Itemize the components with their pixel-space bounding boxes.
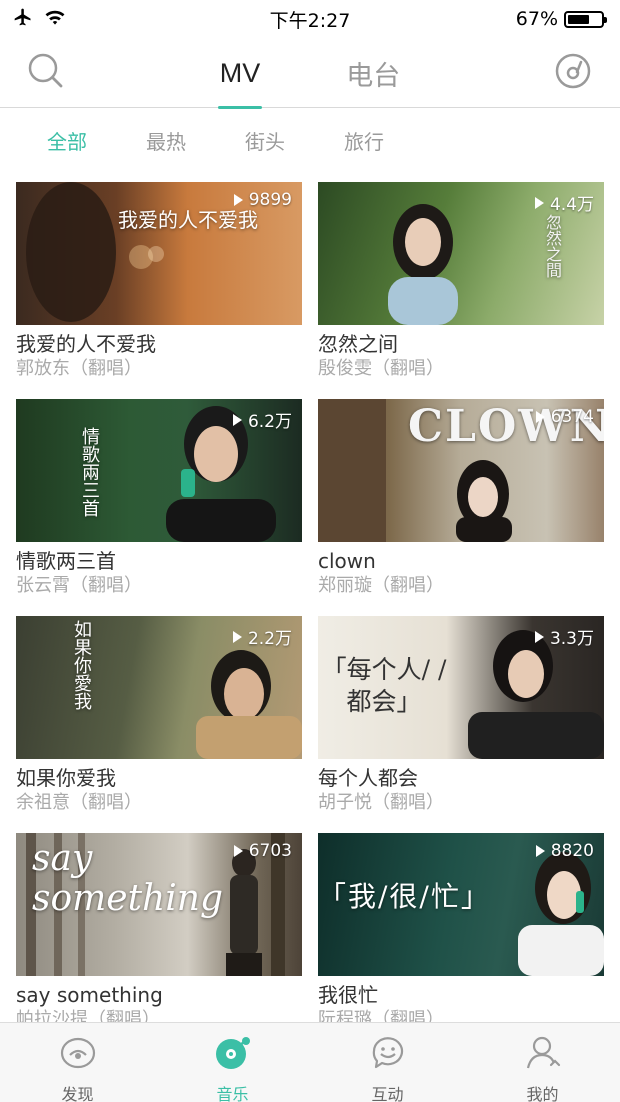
play-count-value: 2.2万 [247,629,292,649]
video-card[interactable]: 我爱的人不爱我 9899 我爱的人不爱我 郭放东（翻唱） [16,182,302,399]
video-artist: 胡子悦（翻唱） [318,792,444,813]
video-artist: 郑丽璇（翻唱） [318,575,444,596]
bottom-tab-label: 发现 [61,1085,94,1102]
bottom-tab-label: 互动 [371,1085,404,1102]
bottom-tab-label: 我的 [526,1085,559,1102]
video-card[interactable]: 「每个人/ /都会」 3.3万 每个人都会 胡子悦（翻唱） [318,616,604,833]
play-count: 6374 [535,407,594,427]
play-count: 9899 [233,190,292,210]
video-card[interactable]: 情歌兩三首 6.2万 情歌两三首 张云霄（翻唱） [16,399,302,616]
video-title[interactable]: 如果你爱我 [16,765,302,791]
video-thumbnail[interactable]: say something 6703 [16,833,302,976]
play-count: 6.2万 [232,407,292,432]
video-title[interactable]: 忽然之间 [318,331,604,357]
filter-hot[interactable]: 最热 [146,126,186,155]
play-count: 3.3万 [534,624,594,649]
bottom-tab-mine[interactable]: 我的 [465,1023,620,1102]
play-icon [535,411,545,423]
video-grid: 我爱的人不爱我 9899 我爱的人不爱我 郭放东（翻唱） 忽然之間 4.4万 忽… [16,182,604,1050]
battery-fill [568,14,590,24]
tab-mv[interactable]: MV [212,38,269,109]
video-card[interactable]: CLOWN 6374 clown 郑丽璇（翻唱） [318,399,604,616]
play-count-value: 4.4万 [549,195,594,215]
video-card[interactable]: 忽然之間 4.4万 忽然之间 殷俊雯（翻唱） [318,182,604,399]
thumbnail-overlay-text: 「每个人/ /都会」 [321,655,447,716]
video-thumbnail[interactable]: 情歌兩三首 6.2万 [16,399,302,542]
battery-percent: 67% [515,8,558,30]
thumbnail-overlay-text: say something [32,838,223,919]
tab-radio[interactable]: 电台 [338,38,408,108]
airplane-icon [12,7,34,32]
bottom-tab-discover[interactable]: 发现 [0,1023,155,1102]
video-title[interactable]: 情歌两三首 [16,548,302,574]
play-count: 8820 [535,841,594,861]
play-count: 4.4万 [534,190,594,215]
play-count: 2.2万 [232,624,292,649]
video-thumbnail[interactable]: CLOWN 6374 [318,399,604,542]
play-count-value: 3.3万 [549,629,594,649]
play-count-value: 6703 [248,841,292,861]
top-tabs: MV 电台 [0,38,620,109]
chat-smile-icon [368,1035,408,1075]
play-icon [535,845,545,857]
video-thumbnail[interactable]: 忽然之間 4.4万 [318,182,604,325]
tab-mv-label: MV [219,57,261,88]
music-disc-icon [213,1035,253,1075]
thumbnail-overlay-text: 忽然之間 [543,214,562,278]
status-bar: 下午2:27 67% [0,0,620,38]
bottom-tab-bar: 发现 音乐 互动 我的 [0,1022,620,1102]
play-icon [534,196,544,209]
battery-icon [564,10,607,28]
play-count-value: 9899 [248,190,292,210]
status-right: 67% [515,8,607,30]
filter-street[interactable]: 街头 [245,126,285,155]
video-thumbnail[interactable]: 我爱的人不爱我 9899 [16,182,302,325]
video-card[interactable]: say something 6703 say something 帕拉沙提（翻唱… [16,833,302,1050]
play-count-value: 6.2万 [247,412,292,432]
disc-icon[interactable] [553,51,593,91]
bottom-tab-music[interactable]: 音乐 [155,1023,310,1102]
video-thumbnail[interactable]: 「每个人/ /都会」 3.3万 [318,616,604,759]
play-icon [233,194,243,206]
filter-travel[interactable]: 旅行 [344,126,384,155]
video-title[interactable]: say something [16,982,302,1008]
bottom-tab-label: 音乐 [216,1085,249,1102]
play-count: 6703 [233,841,292,861]
video-card[interactable]: 「我/很/忙」 8820 我很忙 阮程璐（翻唱） [318,833,604,1050]
status-left [12,7,66,32]
video-title[interactable]: clown [318,548,604,574]
tab-radio-label: 电台 [346,60,401,91]
video-thumbnail[interactable]: 「我/很/忙」 8820 [318,833,604,976]
thumbnail-overlay-text: 「我/很/忙」 [318,880,491,913]
bottom-tab-interact[interactable]: 互动 [310,1023,465,1102]
wifi-icon [44,8,66,31]
thumbnail-overlay-text: 如果你愛我 [71,620,92,710]
play-count-value: 8820 [550,841,594,861]
video-title[interactable]: 每个人都会 [318,765,604,791]
play-icon [534,630,544,643]
top-nav: MV 电台 [0,38,620,109]
play-icon [233,845,243,857]
category-filter: 全部 最热 街头 旅行 [0,108,620,172]
play-icon [232,413,242,426]
video-card[interactable]: 如果你愛我 2.2万 如果你爱我 余祖意（翻唱） [16,616,302,833]
app-screen: 下午2:27 67% MV 电台 全部 最热 街头 旅行 我爱的人不爱我 989… [0,0,620,1102]
video-title[interactable]: 我很忙 [318,982,604,1008]
profile-icon [523,1035,563,1075]
video-title[interactable]: 我爱的人不爱我 [16,331,302,357]
play-count-value: 6374 [550,407,594,427]
eye-icon [58,1035,98,1075]
thumbnail-overlay-text: 情歌兩三首 [79,427,100,517]
video-artist: 殷俊雯（翻唱） [318,358,444,379]
video-thumbnail[interactable]: 如果你愛我 2.2万 [16,616,302,759]
video-artist: 郭放东（翻唱） [16,358,142,379]
video-artist: 张云霄（翻唱） [16,575,142,596]
video-artist: 余祖意（翻唱） [16,792,142,813]
filter-all[interactable]: 全部 [47,126,87,155]
play-icon [232,630,242,643]
